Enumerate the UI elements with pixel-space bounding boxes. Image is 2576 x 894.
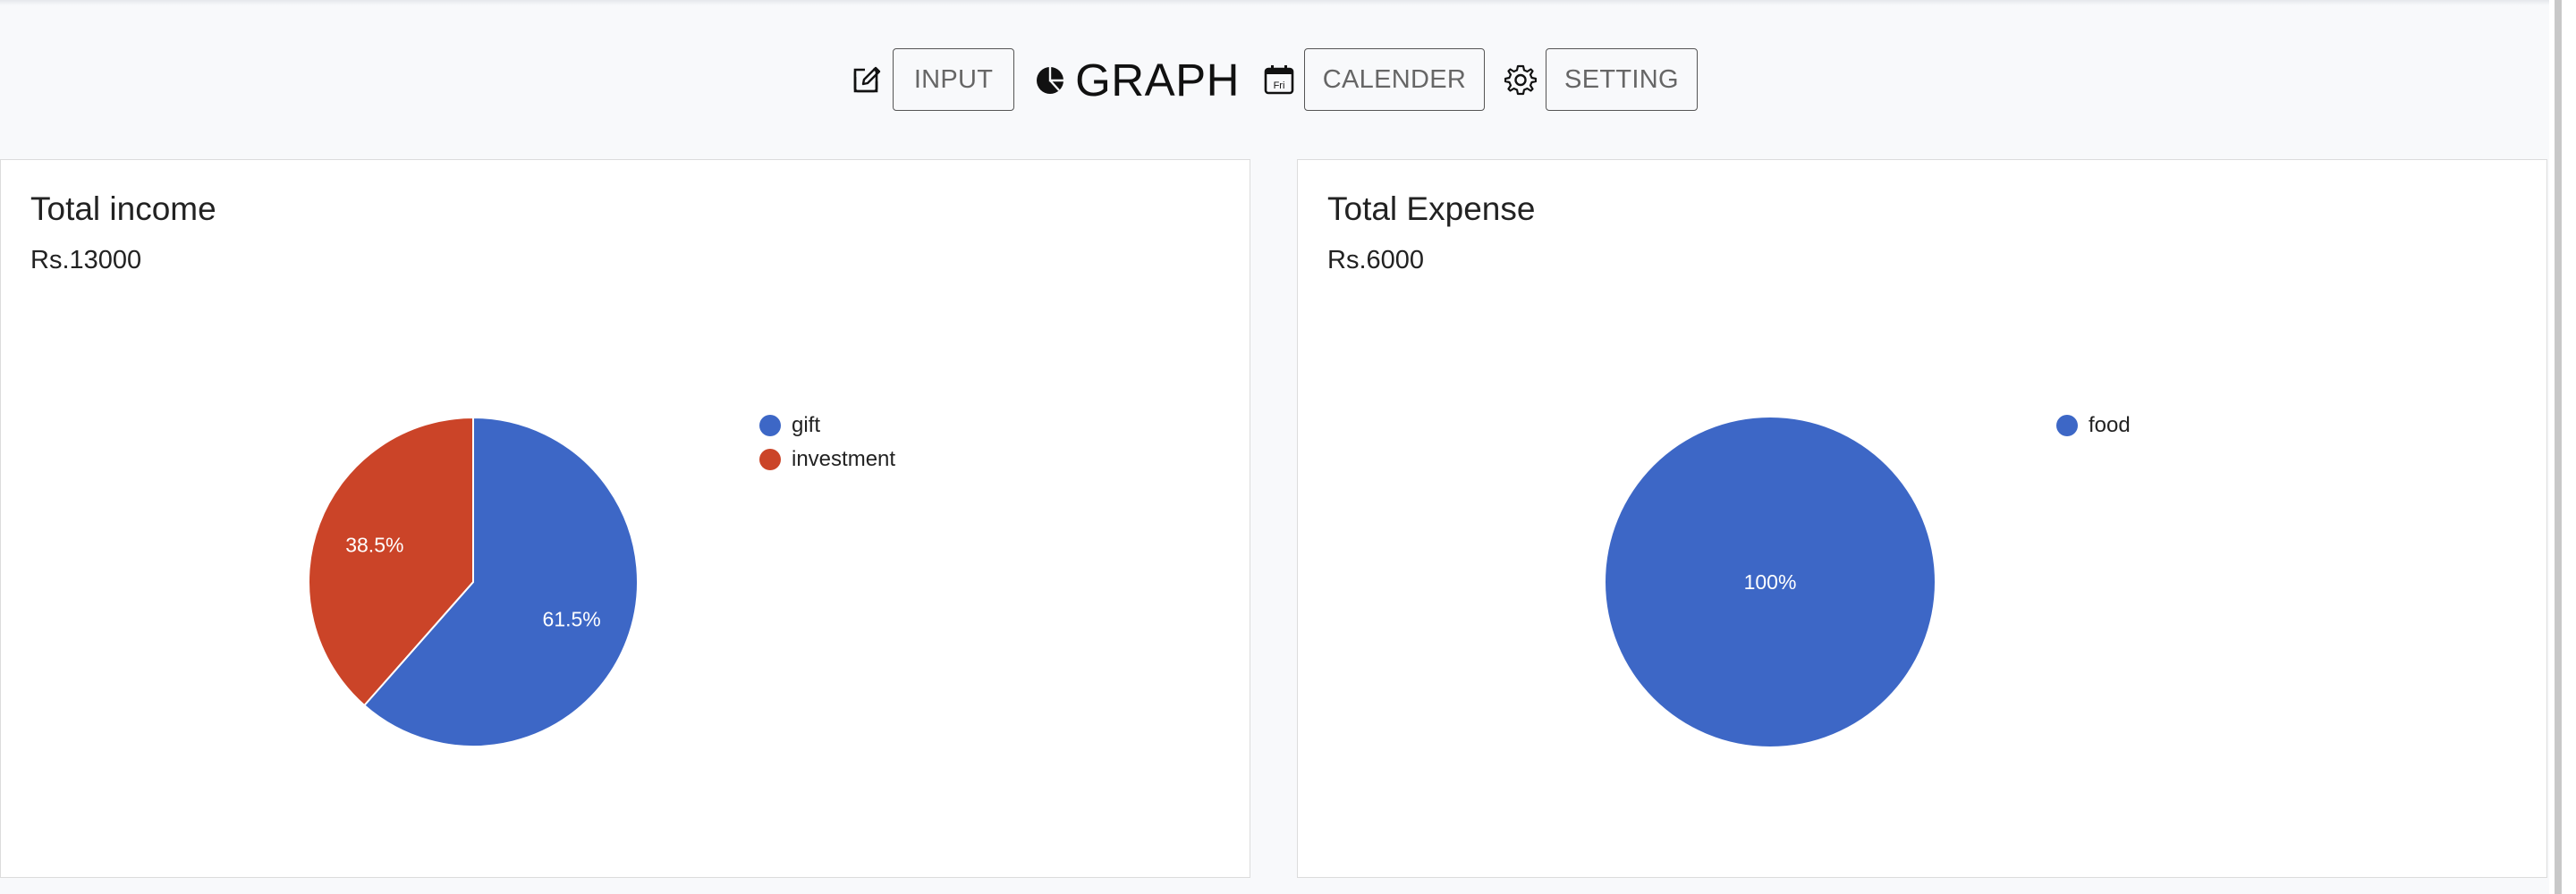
nav-input-group: INPUT — [852, 48, 1015, 111]
legend-item-food[interactable]: food — [2056, 409, 2131, 443]
page: INPUT GRAPH Fri CALENDER SETTING Total i… — [0, 0, 2576, 894]
calendar-icon: Fri — [1263, 63, 1295, 96]
scrollbar-thumb[interactable] — [2555, 0, 2562, 894]
edit-icon — [852, 63, 884, 96]
legend-swatch — [759, 415, 781, 436]
gear-icon — [1504, 63, 1537, 96]
pie-label-gift: 61.5% — [543, 608, 601, 631]
legend-label: food — [2089, 413, 2131, 437]
income-card: Total income Rs.13000 61.5% 38.5% gift inv… — [0, 159, 1250, 878]
pie-label-investment: 38.5% — [345, 533, 403, 556]
pie-chart-icon — [1034, 63, 1066, 96]
legend-label: gift — [792, 413, 821, 437]
graph-nav-active[interactable]: GRAPH — [1075, 54, 1240, 106]
nav-graph-group: GRAPH — [1034, 54, 1263, 106]
pie-label-food: 100% — [1744, 570, 1797, 594]
expense-card: Total Expense Rs.6000 100% food — [1297, 159, 2547, 878]
legend-item-investment[interactable]: investment — [759, 443, 895, 477]
calender-button[interactable]: CALENDER — [1303, 48, 1485, 111]
calendar-icon-text: Fri — [1274, 80, 1285, 91]
scrollbar-track[interactable] — [2549, 0, 2576, 894]
nav-setting-group: SETTING — [1504, 48, 1698, 111]
input-button[interactable]: INPUT — [893, 48, 1015, 111]
legend-swatch — [2056, 415, 2078, 436]
legend-item-gift[interactable]: gift — [759, 409, 895, 443]
expense-legend: food — [2056, 409, 2131, 443]
setting-button[interactable]: SETTING — [1545, 48, 1698, 111]
expense-pie-chart: 100% — [1606, 417, 1935, 746]
legend-swatch — [759, 449, 781, 470]
nav-calender-group: Fri CALENDER — [1263, 48, 1485, 111]
legend-label: investment — [792, 447, 896, 471]
income-pie-chart: 61.5% 38.5% — [308, 416, 639, 747]
top-navbar: INPUT GRAPH Fri CALENDER SETTING — [0, 48, 2549, 111]
top-shadow — [0, 0, 2549, 5]
income-legend: gift investment — [759, 409, 895, 477]
